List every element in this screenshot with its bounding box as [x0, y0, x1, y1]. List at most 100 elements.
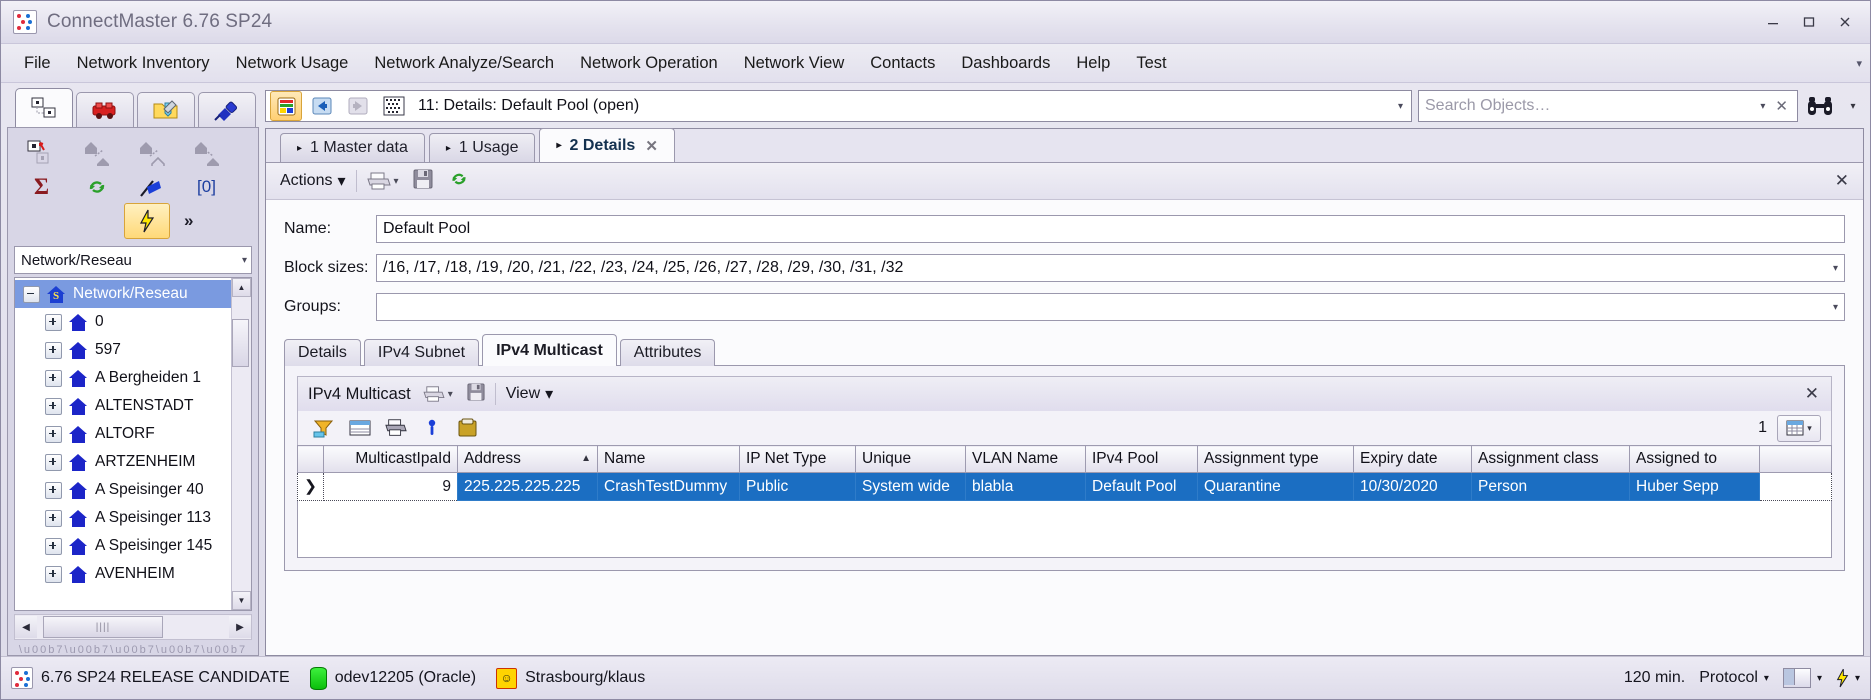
groups-field[interactable]: ▾ [376, 293, 1845, 321]
vscroll-thumb[interactable] [232, 319, 249, 367]
col-assignment-type[interactable]: Assignment type [1197, 445, 1354, 473]
sum-icon[interactable]: Σ [14, 170, 69, 204]
expand-toggle-icon[interactable] [45, 537, 62, 555]
select-parent-icon[interactable] [14, 136, 69, 170]
col-multicastipaid[interactable]: MulticastIpaId [323, 445, 458, 473]
scroll-down-arrow-icon[interactable]: ▼ [232, 591, 251, 610]
expand-toggle-icon[interactable] [45, 453, 62, 471]
scroll-right-arrow-icon[interactable]: ▶ [229, 616, 251, 638]
col-unique[interactable]: Unique [855, 445, 966, 473]
expand-toggle-icon[interactable] [45, 341, 62, 359]
tree-root-network-reseau[interactable]: S Network/Reseau [15, 280, 231, 308]
marker-icon[interactable] [416, 413, 448, 443]
close-button[interactable] [1828, 9, 1862, 35]
collapse-toggle-icon[interactable] [23, 285, 40, 303]
minimize-button[interactable] [1756, 9, 1790, 35]
subtab-details[interactable]: Details [284, 339, 361, 366]
view-menu-button[interactable]: View ▾ [506, 384, 553, 404]
grid-close-icon[interactable]: ✕ [1805, 384, 1819, 404]
tree-scope-combo[interactable]: Network/Reseau ▾ [14, 246, 252, 274]
more-tools-chevron-icon[interactable]: » [184, 211, 193, 231]
panel-resize-grip[interactable]: \u00b7\u00b7\u00b7\u00b7\u00b7 [8, 644, 258, 656]
col-ip-net-type[interactable]: IP Net Type [739, 445, 856, 473]
binoculars-icon[interactable] [1798, 90, 1842, 122]
expand-toggle-icon[interactable] [45, 425, 62, 443]
expand-toggle-icon[interactable] [45, 369, 62, 387]
back-arrow-icon[interactable] [306, 91, 338, 121]
chevron-down-icon[interactable]: ▾ [1827, 263, 1838, 274]
menu-network-usage[interactable]: Network Usage [223, 44, 362, 82]
col-assigned-to[interactable]: Assigned to [1629, 445, 1760, 473]
sidebar-tab-plug[interactable] [198, 92, 256, 127]
tree-item-a-bergheiden-1[interactable]: A Bergheiden 1 [15, 364, 231, 392]
tree-item-altenstadt[interactable]: ALTENSTADT [15, 392, 231, 420]
grid-save-button[interactable] [467, 382, 485, 406]
scroll-up-arrow-icon[interactable]: ▲ [232, 278, 251, 297]
filter-icon[interactable] [308, 413, 340, 443]
sidebar-tab-objects[interactable] [15, 88, 73, 127]
protocol-menu[interactable]: Protocol ▾ [1699, 669, 1769, 687]
table-layout-icon[interactable] [344, 413, 376, 443]
actions-menu-button[interactable]: Actions ▾ [280, 171, 346, 191]
save-button[interactable] [413, 169, 433, 194]
sidebar-tab-folder-tools[interactable] [137, 92, 195, 127]
address-box[interactable]: 11: Details: Default Pool (open) ▾ [265, 90, 1412, 122]
sidebar-tab-cable[interactable] [76, 92, 134, 127]
block-sizes-field[interactable]: /16, /17, /18, /19, /20, /21, /22, /23, … [376, 254, 1845, 282]
address-chevron-down-icon[interactable]: ▾ [1398, 101, 1403, 112]
search-clear-icon[interactable]: ✕ [1770, 97, 1793, 115]
search-options-chevron-down-icon[interactable]: ▾ [1842, 101, 1864, 112]
lightning-action-button[interactable] [124, 203, 170, 239]
menu-overflow-chevron-down-icon[interactable]: ▾ [1856, 57, 1862, 70]
tree-vertical-scrollbar[interactable]: ▲ ▼ [231, 278, 251, 610]
print-button[interactable]: ▾ [366, 171, 399, 191]
col-ipv4-pool[interactable]: IPv4 Pool [1085, 445, 1198, 473]
refresh-icon[interactable] [69, 170, 124, 204]
menu-network-analyze-search[interactable]: Network Analyze/Search [361, 44, 567, 82]
clipboard-icon[interactable] [452, 413, 484, 443]
tree-item-avenheim[interactable]: AVENHEIM [15, 560, 231, 588]
tab-master-data[interactable]: ▸ 1 Master data [280, 133, 425, 162]
tree-item-a-speisinger-145[interactable]: A Speisinger 145 [15, 532, 231, 560]
menu-help[interactable]: Help [1063, 44, 1123, 82]
tab-usage[interactable]: ▸ 1 Usage [428, 133, 536, 162]
quick-action-menu[interactable]: ▾ [1836, 668, 1860, 688]
maximize-button[interactable] [1792, 9, 1826, 35]
expand-toggle-icon[interactable] [45, 565, 62, 583]
forward-arrow-icon[interactable] [342, 91, 374, 121]
expand-toggle-icon[interactable] [45, 481, 62, 499]
tree-item-a-speisinger-40[interactable]: A Speisinger 40 [15, 476, 231, 504]
col-name[interactable]: Name [597, 445, 740, 473]
col-vlan-name[interactable]: VLAN Name [965, 445, 1086, 473]
hscroll-thumb[interactable]: |||| [43, 616, 163, 638]
subtab-attributes[interactable]: Attributes [619, 339, 716, 366]
tree-horizontal-scrollbar[interactable]: ◀ |||| ▶ [14, 614, 252, 640]
table-row[interactable]: ❯ 9 225.225.225.225 CrashTestDummy Publi… [297, 472, 1832, 501]
menu-file[interactable]: File [11, 44, 64, 82]
scroll-left-arrow-icon[interactable]: ◀ [15, 616, 37, 638]
col-assignment-class[interactable]: Assignment class [1471, 445, 1630, 473]
subtab-ipv4-multicast[interactable]: IPv4 Multicast [482, 334, 617, 366]
print-preview-icon[interactable] [380, 413, 412, 443]
expand-toggle-icon[interactable] [45, 313, 62, 331]
tree-item-597[interactable]: 597 [15, 336, 231, 364]
search-input[interactable] [1423, 96, 1756, 116]
tab-details[interactable]: ▸ 2 Details ✕ [539, 128, 675, 162]
menu-network-inventory[interactable]: Network Inventory [64, 44, 223, 82]
menu-network-view[interactable]: Network View [731, 44, 858, 82]
refresh-button[interactable] [449, 169, 469, 194]
search-chevron-down-icon[interactable]: ▾ [1755, 101, 1770, 112]
window-layout-menu[interactable]: ▾ [1782, 668, 1822, 688]
details-view-icon[interactable] [270, 91, 302, 121]
grid-layout-icon[interactable]: ▾ [1777, 414, 1821, 442]
menu-contacts[interactable]: Contacts [857, 44, 948, 82]
expand-toggle-icon[interactable] [45, 509, 62, 527]
menu-dashboards[interactable]: Dashboards [948, 44, 1063, 82]
name-field[interactable]: Default Pool [376, 215, 1845, 243]
col-address[interactable]: Address ▲ [457, 445, 598, 473]
close-document-icon[interactable]: ✕ [1835, 171, 1849, 191]
subtab-ipv4-subnet[interactable]: IPv4 Subnet [363, 339, 480, 366]
flag-icon[interactable] [124, 170, 179, 204]
menu-test[interactable]: Test [1123, 44, 1179, 82]
tree-item-0[interactable]: 0 [15, 308, 231, 336]
